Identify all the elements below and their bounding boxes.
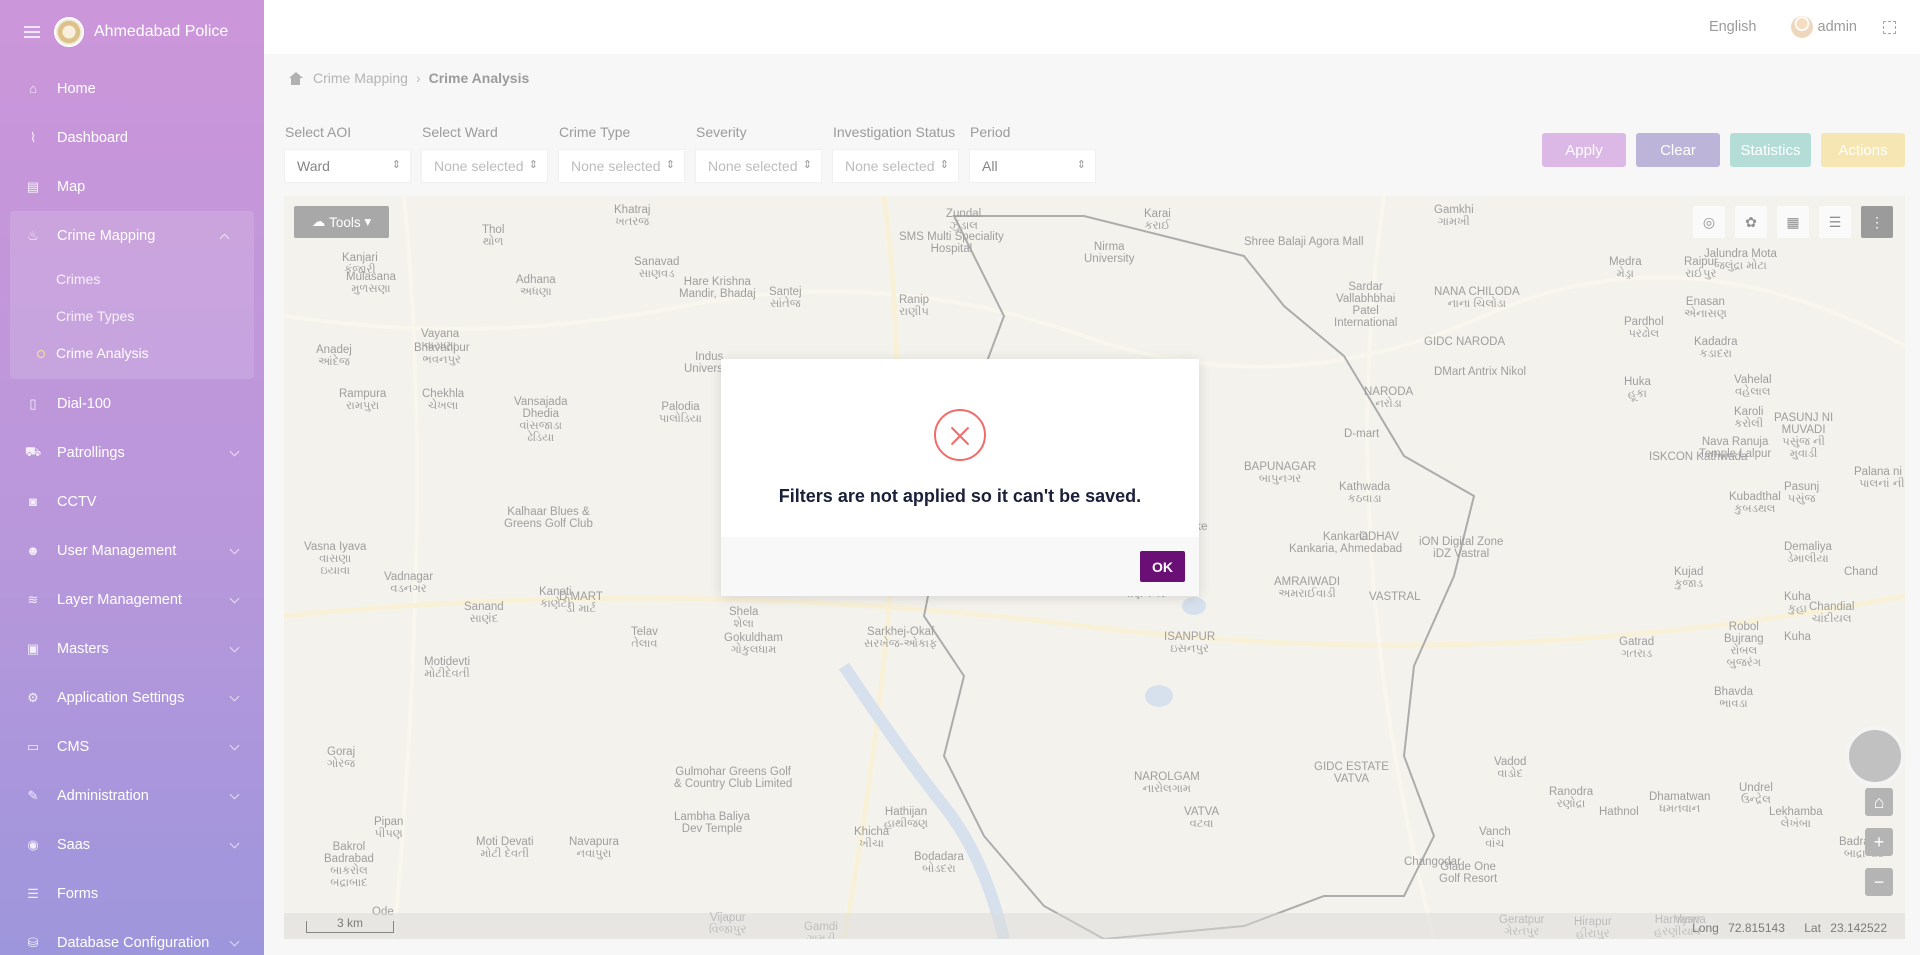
alert-message: Filters are not applied so it can't be s… <box>778 486 1142 506</box>
alert-footer: OK <box>721 537 1199 596</box>
ok-button[interactable]: OK <box>1140 551 1185 582</box>
error-icon <box>934 409 986 461</box>
alert-body: Filters are not applied so it can't be s… <box>721 359 1199 537</box>
alert-dialog: Filters are not applied so it can't be s… <box>721 359 1199 596</box>
